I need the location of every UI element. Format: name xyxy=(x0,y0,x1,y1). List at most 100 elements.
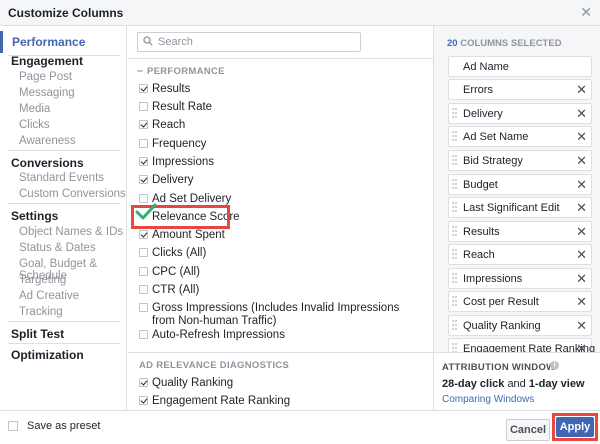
drag-handle-icon[interactable] xyxy=(452,108,458,119)
checkbox-icon[interactable] xyxy=(139,175,148,184)
nav-section-conversions[interactable]: Conversions xyxy=(11,156,84,170)
drag-handle-icon[interactable] xyxy=(452,320,458,331)
checkbox-icon[interactable] xyxy=(139,102,148,111)
selected-column-item[interactable]: Quality Ranking ✕ xyxy=(448,315,592,336)
divider xyxy=(128,352,433,353)
checkbox-result-rate[interactable]: Result Rate xyxy=(139,99,429,117)
search-input[interactable] xyxy=(158,35,356,49)
nav-section-engagement[interactable]: Engagement xyxy=(11,54,83,68)
checkbox-icon[interactable] xyxy=(139,248,148,257)
remove-icon[interactable]: ✕ xyxy=(576,153,587,169)
checkbox-icon[interactable] xyxy=(139,84,148,93)
selected-column-item[interactable]: Ad Set Name ✕ xyxy=(448,126,592,147)
save-preset-checkbox[interactable] xyxy=(8,421,18,431)
nav-item-performance[interactable]: Performance xyxy=(0,31,126,53)
checkbox-label: Impressions xyxy=(152,156,214,168)
remove-icon[interactable]: ✕ xyxy=(576,294,587,310)
drag-handle-icon[interactable] xyxy=(452,249,458,260)
nav-item-targeting[interactable]: Targeting xyxy=(19,274,66,286)
comparing-windows-link[interactable]: Comparing Windows xyxy=(442,394,534,405)
section-header-performance[interactable]: – PERFORMANCE xyxy=(128,58,433,80)
drag-handle-icon[interactable] xyxy=(452,296,458,307)
section-header-diagnostics[interactable]: AD RELEVANCE DIAGNOSTICS xyxy=(128,352,433,374)
section-label: AD RELEVANCE DIAGNOSTICS xyxy=(139,360,290,371)
selected-column-item[interactable]: Impressions ✕ xyxy=(448,268,592,289)
nav-section-split-test[interactable]: Split Test xyxy=(11,327,64,341)
remove-icon[interactable]: ✕ xyxy=(576,318,587,334)
checkbox-quality-ranking[interactable]: Quality Ranking xyxy=(139,375,429,393)
checkbox-reach[interactable]: Reach xyxy=(139,117,429,135)
checkbox-icon[interactable] xyxy=(139,267,148,276)
selected-column-item[interactable]: Reach ✕ xyxy=(448,244,592,265)
checkbox-results[interactable]: Results xyxy=(139,81,429,99)
divider xyxy=(8,343,120,344)
nav-item-clicks[interactable]: Clicks xyxy=(19,119,50,131)
remove-icon[interactable]: ✕ xyxy=(576,200,587,216)
checkbox-icon[interactable] xyxy=(139,330,148,339)
remove-icon[interactable]: ✕ xyxy=(576,82,587,98)
attribution-window: ATTRIBUTION WINDOW i 28-day click and 1-… xyxy=(434,352,600,410)
nav-item-status-dates[interactable]: Status & Dates xyxy=(19,242,96,254)
apply-button[interactable]: Apply xyxy=(556,417,594,437)
nav-section-optimization[interactable]: Optimization xyxy=(11,348,84,362)
drag-handle-icon[interactable] xyxy=(452,273,458,284)
checkbox-amount-spent[interactable]: Amount Spent xyxy=(139,227,429,245)
checkbox-icon[interactable] xyxy=(139,157,148,166)
selected-column-item[interactable]: Last Significant Edit ✕ xyxy=(448,197,592,218)
selected-column-item[interactable]: Delivery ✕ xyxy=(448,103,592,124)
column-label: Ad Name xyxy=(463,61,509,73)
nav-item-standard-events[interactable]: Standard Events xyxy=(19,172,104,184)
selected-column-item[interactable]: Budget ✕ xyxy=(448,174,592,195)
checkbox-icon[interactable] xyxy=(139,396,148,405)
dialog-footer: Save as preset Cancel xyxy=(0,410,600,444)
checkbox-ctr-all[interactable]: CTR (All) xyxy=(139,282,429,300)
remove-icon[interactable]: ✕ xyxy=(576,224,587,240)
selected-column-item[interactable]: Results ✕ xyxy=(448,221,592,242)
collapse-icon[interactable]: – xyxy=(137,65,143,77)
checkbox-icon[interactable] xyxy=(139,378,148,387)
checkbox-cpc-all[interactable]: CPC (All) xyxy=(139,264,429,282)
divider xyxy=(8,150,120,151)
info-icon[interactable]: i xyxy=(550,361,559,370)
nav-item-page-post[interactable]: Page Post xyxy=(19,71,72,83)
checkbox-icon[interactable] xyxy=(139,303,148,312)
checkbox-auto-refresh[interactable]: Auto-Refresh Impressions xyxy=(139,327,429,345)
search-icon xyxy=(143,36,153,46)
nav-item-custom-conversions[interactable]: Custom Conversions xyxy=(19,188,126,200)
nav-item-awareness[interactable]: Awareness xyxy=(19,135,76,147)
remove-icon[interactable]: ✕ xyxy=(576,106,587,122)
nav-section-settings[interactable]: Settings xyxy=(11,209,58,223)
checkbox-icon[interactable] xyxy=(139,285,148,294)
column-label: Delivery xyxy=(463,108,503,120)
remove-icon[interactable]: ✕ xyxy=(576,177,587,193)
checkbox-delivery[interactable]: Delivery xyxy=(139,172,429,190)
selected-column-item[interactable]: Bid Strategy ✕ xyxy=(448,150,592,171)
checkbox-icon[interactable] xyxy=(139,230,148,239)
selected-column-item[interactable]: Cost per Result ✕ xyxy=(448,291,592,312)
drag-handle-icon[interactable] xyxy=(452,202,458,213)
remove-icon[interactable]: ✕ xyxy=(576,129,587,145)
checkbox-icon[interactable] xyxy=(139,139,148,148)
search-box[interactable] xyxy=(137,32,361,52)
nav-item-messaging[interactable]: Messaging xyxy=(19,87,75,99)
attribution-heading: ATTRIBUTION WINDOW xyxy=(442,362,556,373)
nav-item-object-names[interactable]: Object Names & IDs xyxy=(19,226,123,238)
drag-handle-icon[interactable] xyxy=(452,155,458,166)
nav-item-media[interactable]: Media xyxy=(19,103,50,115)
remove-icon[interactable]: ✕ xyxy=(576,271,587,287)
nav-item-tracking[interactable]: Tracking xyxy=(19,306,63,318)
remove-icon[interactable]: ✕ xyxy=(576,247,587,263)
cancel-button[interactable]: Cancel xyxy=(506,419,550,441)
checkbox-frequency[interactable]: Frequency xyxy=(139,136,429,154)
checkbox-icon[interactable] xyxy=(139,120,148,129)
checkbox-label: Quality Ranking xyxy=(152,377,234,389)
checkbox-icon[interactable] xyxy=(139,194,148,203)
close-icon[interactable]: ✕ xyxy=(580,4,592,21)
nav-item-ad-creative[interactable]: Ad Creative xyxy=(19,290,79,302)
checkbox-impressions[interactable]: Impressions xyxy=(139,154,429,172)
drag-handle-icon[interactable] xyxy=(452,226,458,237)
checkbox-clicks-all[interactable]: Clicks (All) xyxy=(139,245,429,263)
checkbox-engagement-rate-ranking[interactable]: Engagement Rate Ranking xyxy=(139,393,429,410)
drag-handle-icon[interactable] xyxy=(452,179,458,190)
drag-handle-icon[interactable] xyxy=(452,131,458,142)
